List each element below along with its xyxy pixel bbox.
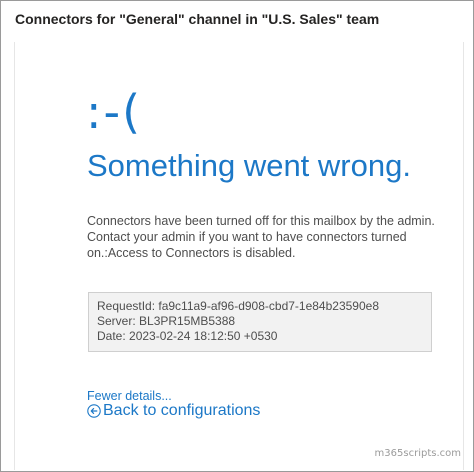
back-to-configurations-link[interactable]: Back to configurations [87,402,260,420]
back-link-label: Back to configurations [103,402,261,419]
error-message: Connectors have been turned off for this… [87,214,435,260]
dialog-title: Connectors for "General" channel in "U.S… [15,11,380,27]
server-id: Server: BL3PR15MB5388 [97,314,236,328]
error-heading: Something went wrong. [87,148,411,183]
fewer-details-link[interactable]: Fewer details... [87,389,172,403]
arrow-left-circle-icon [87,404,101,418]
error-date: Date: 2023-02-24 18:12:50 +0530 [97,329,278,343]
dialog-window: Connectors for "General" channel in "U.S… [0,0,474,472]
watermark: m365scripts.com [374,448,461,459]
request-id: RequestId: fa9c11a9-af96-d908-cbd7-1e84b… [97,299,379,313]
sad-face-emoticon: :-( [86,85,143,139]
error-details-box: RequestId: fa9c11a9-af96-d908-cbd7-1e84b… [88,292,432,352]
